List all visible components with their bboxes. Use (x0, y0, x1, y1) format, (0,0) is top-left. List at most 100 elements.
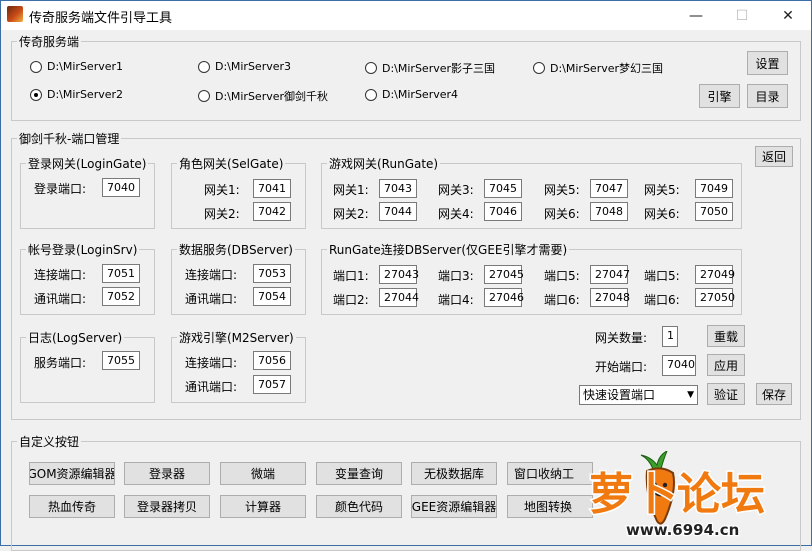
verify-button[interactable]: 验证 (707, 383, 745, 405)
sel-gate-1-input[interactable]: 7041 (253, 179, 291, 198)
radio-circle (30, 60, 42, 73)
custom-buttons-label: 自定义按钮 (17, 433, 82, 450)
radio-circle-checked (30, 88, 42, 101)
rungate-db-cell-input[interactable]: 27044 (379, 288, 419, 307)
settings-button[interactable]: 设置 (747, 51, 788, 75)
m2-connect-input[interactable]: 7056 (253, 351, 291, 370)
reload-button[interactable]: 重载 (707, 325, 745, 347)
server-group-label: 传奇服务端 (17, 33, 82, 50)
start-port-input[interactable]: 7040 (662, 355, 696, 376)
server-group: 传奇服务端 (11, 33, 801, 121)
run-gate-label: 游戏网关(RunGate) (327, 155, 441, 172)
custom-button[interactable]: 登录器拷贝 (124, 495, 210, 518)
run-gate-cell-input[interactable]: 7043 (379, 179, 417, 198)
m2-server-label: 游戏引擎(M2Server) (177, 329, 296, 346)
rungate-db-cell-input[interactable]: 27043 (379, 265, 419, 284)
radio-server-4[interactable]: D:\MirServer4 (365, 88, 458, 101)
radio-server-yingzi[interactable]: D:\MirServer影子三国 (365, 60, 495, 76)
custom-button[interactable]: 变量查询 (316, 462, 402, 485)
run-gate-cell-label: 网关2: (333, 207, 369, 221)
watermark-title: 萝卜论坛 (589, 469, 765, 520)
watermark-url: www.6994.cn (626, 521, 739, 539)
rungate-db-cell-label: 端口5: (544, 269, 580, 283)
custom-button[interactable]: 无极数据库 (411, 462, 497, 485)
radio-circle (533, 62, 545, 74)
back-button[interactable]: 返回 (755, 146, 793, 167)
rungate-db-label: RunGate连接DBServer(仅GEE引擎才需要) (327, 241, 570, 258)
run-gate-cell-input[interactable]: 7044 (379, 202, 417, 221)
engine-button[interactable]: 引擎 (699, 84, 740, 108)
custom-button[interactable]: 颜色代码 (316, 495, 402, 518)
run-gate-cell-label: 网关1: (333, 183, 369, 197)
start-port-label: 开始端口: (595, 360, 648, 374)
custom-button[interactable]: GEE资源编辑器 (411, 495, 497, 518)
radio-circle (198, 90, 210, 102)
rungate-db-cell-input[interactable]: 27049 (695, 265, 735, 284)
custom-button[interactable]: 计算器 (220, 495, 306, 518)
run-gate-cell-label: 网关6: (544, 207, 580, 221)
app-icon (7, 6, 23, 22)
save-button[interactable]: 保存 (756, 383, 792, 405)
sel-gate-label: 角色网关(SelGate) (177, 155, 286, 172)
m2-connect-label: 连接端口: (185, 356, 238, 370)
custom-button[interactable]: 登录器 (124, 462, 210, 485)
sel-gate-2-input[interactable]: 7042 (253, 202, 291, 221)
title-bar: 传奇服务端文件引导工具 — ☐ ✕ (1, 1, 811, 30)
radio-circle (365, 62, 377, 74)
gate-count-input[interactable]: 1 (662, 326, 678, 347)
rungate-db-cell-input[interactable]: 27045 (484, 265, 524, 284)
rungate-db-cell-input[interactable]: 27048 (590, 288, 630, 307)
run-gate-cell-input[interactable]: 7048 (590, 202, 628, 221)
chevron-down-icon: ▼ (687, 390, 694, 400)
close-button[interactable]: ✕ (765, 1, 811, 30)
login-srv-comm-input[interactable]: 7052 (102, 287, 140, 306)
rungate-db-cell-input[interactable]: 27047 (590, 265, 630, 284)
rungate-db-cell-label: 端口5: (644, 269, 680, 283)
app-window: 传奇服务端文件引导工具 — ☐ ✕ 传奇服务端 D:\MirServer1 D:… (0, 0, 812, 551)
rungate-db-cell-label: 端口2: (333, 293, 369, 307)
apply-button[interactable]: 应用 (707, 354, 745, 376)
rungate-db-cell-input[interactable]: 27046 (484, 288, 524, 307)
db-server-label: 数据服务(DBServer) (177, 241, 295, 258)
login-port-input[interactable]: 7040 (102, 178, 140, 197)
run-gate-cell-input[interactable]: 7049 (695, 179, 733, 198)
sel-gate-1-label: 网关1: (204, 183, 240, 197)
db-connect-input[interactable]: 7053 (253, 264, 291, 283)
login-gate-label: 登录网关(LoginGate) (26, 155, 149, 172)
custom-button[interactable]: GOM资源编辑器 (29, 462, 115, 485)
login-srv-connect-label: 连接端口: (34, 268, 87, 282)
minimize-button[interactable]: — (673, 1, 719, 30)
login-port-label: 登录端口: (34, 182, 87, 196)
sel-gate-2-label: 网关2: (204, 207, 240, 221)
radio-server-1[interactable]: D:\MirServer1 (30, 60, 123, 73)
run-gate-cell-input[interactable]: 7047 (590, 179, 628, 198)
radio-server-menghuan[interactable]: D:\MirServer梦幻三国 (533, 60, 663, 76)
db-connect-label: 连接端口: (185, 268, 238, 282)
run-gate-cell-input[interactable]: 7046 (484, 202, 522, 221)
radio-server-2[interactable]: D:\MirServer2 (30, 88, 123, 101)
db-comm-input[interactable]: 7054 (253, 287, 291, 306)
run-gate-cell-label: 网关3: (438, 183, 474, 197)
rungate-db-cell-label: 端口6: (644, 293, 680, 307)
forum-watermark-logo: 萝卜论坛 www.6994.cn (581, 449, 791, 543)
login-srv-label: 帐号登录(LoginSrv) (26, 241, 140, 258)
run-gate-cell-label: 网关5: (544, 183, 580, 197)
login-srv-connect-input[interactable]: 7051 (102, 264, 140, 283)
m2-comm-label: 通讯端口: (185, 380, 238, 394)
log-service-input[interactable]: 7055 (102, 351, 140, 370)
rungate-db-cell-label: 端口1: (333, 269, 369, 283)
m2-comm-input[interactable]: 7057 (253, 375, 291, 394)
radio-server-yujian[interactable]: D:\MirServer御剑千秋 (198, 88, 328, 104)
run-gate-cell-label: 网关5: (644, 183, 680, 197)
run-gate-cell-input[interactable]: 7050 (695, 202, 733, 221)
radio-server-3[interactable]: D:\MirServer3 (198, 60, 291, 73)
custom-button[interactable]: 微端 (220, 462, 306, 485)
login-srv-comm-label: 通讯端口: (34, 292, 87, 306)
rungate-db-cell-input[interactable]: 27050 (695, 288, 735, 307)
carrot-logo-icon: 萝卜论坛 www.6994.cn (588, 449, 767, 540)
custom-button[interactable]: 热血传奇 (29, 495, 115, 518)
run-gate-cell-input[interactable]: 7045 (484, 179, 522, 198)
window-title: 传奇服务端文件引导工具 (29, 11, 173, 26)
quick-port-select[interactable]: 快速设置端口 ▼ (579, 385, 698, 405)
directory-button[interactable]: 目录 (747, 84, 788, 108)
